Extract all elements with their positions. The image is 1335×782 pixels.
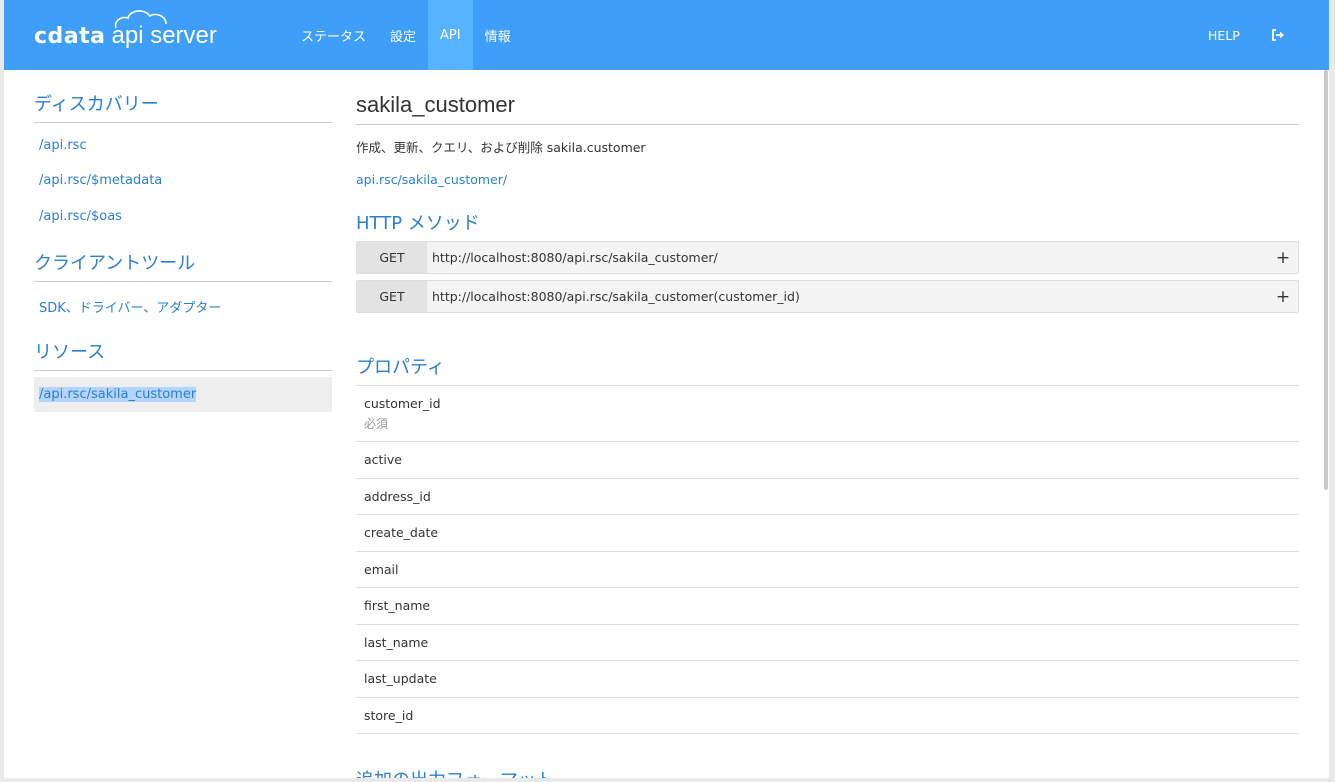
method-verb: GET xyxy=(357,281,427,312)
method-url: http://localhost:8080/api.rsc/sakila_cus… xyxy=(432,289,800,304)
scrollbar[interactable] xyxy=(1323,70,1329,490)
properties-heading: プロパティ xyxy=(356,357,445,378)
discovery-heading: ディスカバリー xyxy=(34,90,332,123)
nav-info[interactable]: 情報 xyxy=(473,0,523,70)
output-formats-heading: 追加の出力フォーマット xyxy=(356,766,554,778)
property-name: email xyxy=(364,561,399,577)
page-title: sakila_customer xyxy=(356,92,1299,125)
nav-api-label: API xyxy=(440,27,461,43)
method-url: http://localhost:8080/api.rsc/sakila_cus… xyxy=(432,250,718,265)
property-row: last_update xyxy=(356,661,1299,698)
discovery-link-oas[interactable]: /api.rsc/$oas xyxy=(39,209,122,224)
resource-description: 作成、更新、クエリ、および削除 sakila.customer xyxy=(356,140,646,155)
nav-status-label: ステータス xyxy=(301,29,367,45)
http-methods-heading: HTTP メソッド xyxy=(356,213,480,234)
property-row: first_name xyxy=(356,588,1299,625)
nav-settings[interactable]: 設定 xyxy=(378,0,428,70)
logo[interactable]: cdata api server xyxy=(34,10,217,56)
property-name: last_name xyxy=(364,634,429,650)
property-row: email xyxy=(356,552,1299,588)
property-row: store_id xyxy=(356,698,1299,734)
property-name: create_date xyxy=(364,525,439,541)
discovery-link-api[interactable]: /api.rsc xyxy=(39,138,87,153)
help-link[interactable]: HELP xyxy=(1208,0,1240,70)
property-row: address_id xyxy=(356,479,1299,515)
resources-heading: リソース xyxy=(34,338,332,371)
logo-brand: cdata xyxy=(34,23,106,49)
main-nav: ステータス 設定 API 情報 xyxy=(289,0,523,70)
property-name: last_update xyxy=(364,671,437,687)
resource-item-label: /api.rsc/sakila_customer xyxy=(39,387,197,402)
property-required-note: 必須 xyxy=(364,416,389,431)
scrollbar-thumb[interactable] xyxy=(1324,70,1328,490)
nav-info-label: 情報 xyxy=(484,29,511,45)
property-name: store_id xyxy=(364,707,414,723)
property-name: active xyxy=(364,452,402,468)
client-tools-link[interactable]: SDK、ドライバー、アダプター xyxy=(39,297,221,316)
property-row: last_name xyxy=(356,625,1299,661)
method-row-get-collection[interactable]: GET http://localhost:8080/api.rsc/sakila… xyxy=(356,241,1299,274)
expand-icon[interactable]: + xyxy=(1268,248,1298,268)
logout-icon[interactable] xyxy=(1270,27,1286,43)
property-name: customer_id xyxy=(364,395,441,411)
top-bar: cdata api server ステータス 設定 API 情報 HELP xyxy=(4,0,1329,70)
client-tools-heading: クライアントツール xyxy=(34,249,332,282)
property-name: first_name xyxy=(364,598,431,614)
resource-link[interactable]: api.rsc/sakila_customer/ xyxy=(356,172,507,187)
property-row: active xyxy=(356,442,1299,479)
method-row-get-entity[interactable]: GET http://localhost:8080/api.rsc/sakila… xyxy=(356,280,1299,313)
logo-product: api server xyxy=(112,10,217,50)
app-window: cdata api server ステータス 設定 API 情報 HELP ディ… xyxy=(4,0,1329,778)
property-row: create_date xyxy=(356,515,1299,552)
cloud-icon xyxy=(114,10,167,29)
nav-api[interactable]: API xyxy=(428,0,473,70)
resource-item-selected[interactable]: /api.rsc/sakila_customer xyxy=(34,377,332,412)
method-verb: GET xyxy=(357,242,427,273)
discovery-link-metadata[interactable]: /api.rsc/$metadata xyxy=(39,173,162,188)
nav-status[interactable]: ステータス xyxy=(289,0,378,70)
property-name: address_id xyxy=(364,488,431,504)
property-row: customer_id 必須 xyxy=(356,386,1299,442)
properties-table: customer_id 必須 active address_id create_… xyxy=(356,385,1299,734)
nav-settings-label: 設定 xyxy=(390,29,417,45)
expand-icon[interactable]: + xyxy=(1268,287,1298,307)
